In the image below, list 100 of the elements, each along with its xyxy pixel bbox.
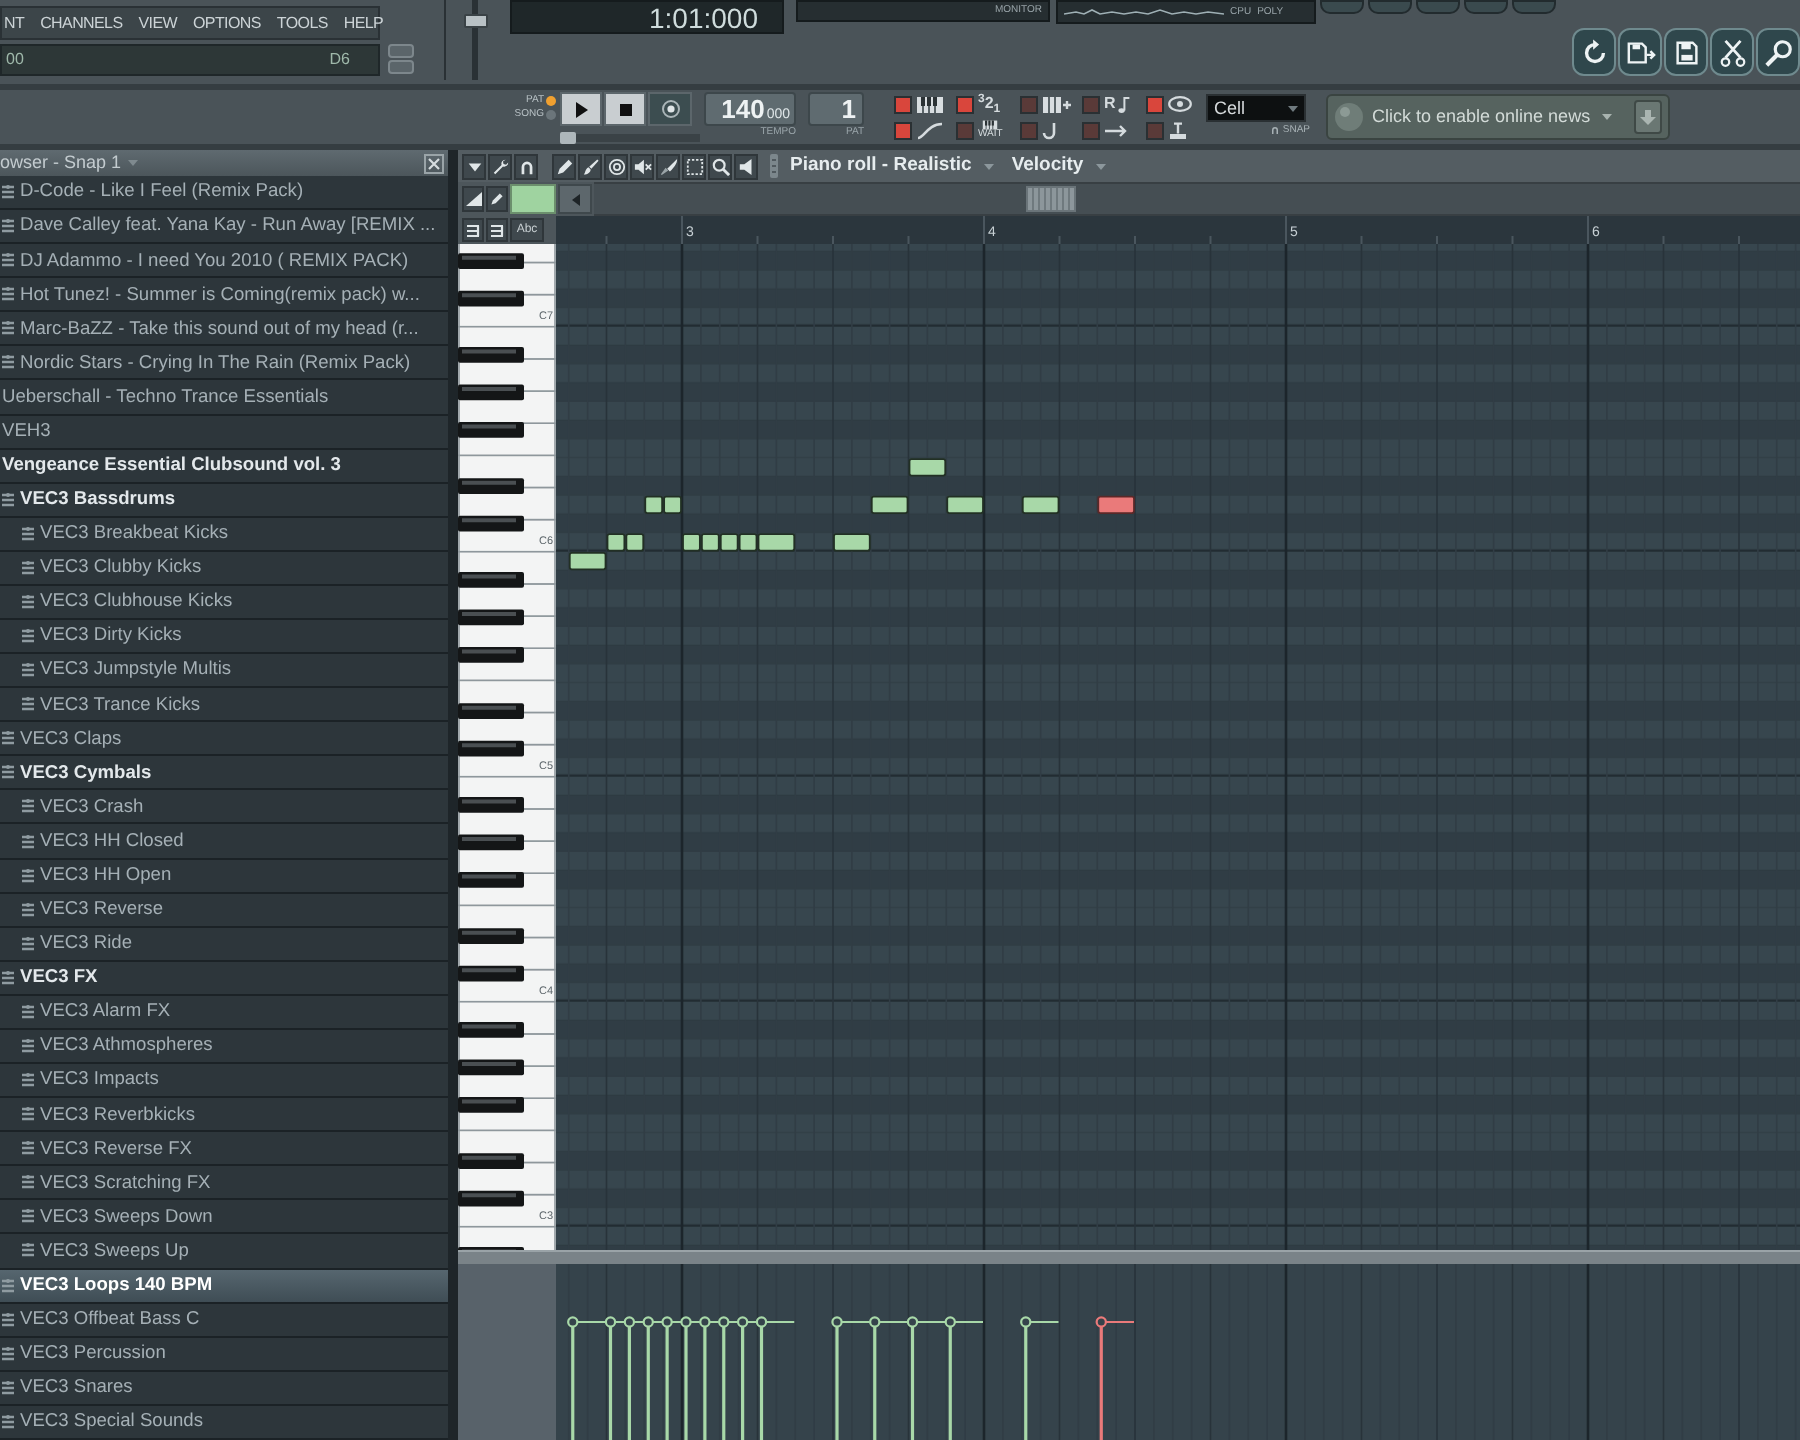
color-swatch-icon[interactable] (510, 184, 556, 214)
browser-item[interactable]: VEC3 Clubhouse Kicks (0, 585, 448, 621)
toggle-switch[interactable] (956, 121, 974, 139)
menu-item[interactable]: NT (4, 15, 25, 31)
browser-item[interactable]: VEC3 Dirty Kicks (0, 620, 448, 655)
browser-item[interactable]: Marc-BaZZ - Take this sound out of my head (r... (0, 312, 448, 347)
velocity-bar[interactable] (642, 1316, 664, 1440)
browser-item[interactable]: VEC3 Percussion (0, 1337, 448, 1372)
menu-item[interactable]: OPTIONS (193, 15, 261, 31)
toolbar-button[interactable] (1572, 28, 1616, 76)
toggle-switch[interactable] (1020, 121, 1038, 139)
note-block[interactable] (757, 533, 796, 552)
mode-radio[interactable] (546, 110, 556, 120)
toggle-switch[interactable] (1082, 95, 1100, 113)
tool-button[interactable] (552, 153, 576, 179)
browser-item[interactable]: VEC3 Impacts (0, 1064, 448, 1099)
browser-item[interactable]: VEC3 Athmospheres (0, 1029, 448, 1065)
note-block[interactable] (908, 458, 947, 477)
pattern-display[interactable]: 1 (808, 92, 864, 126)
browser-item[interactable]: VEC3 Crash (0, 790, 448, 825)
volume-slider-track[interactable] (464, 0, 488, 80)
browser-item[interactable]: D-Code - Like I Feel (Remix Pack) (0, 176, 448, 211)
close-button[interactable] (424, 153, 444, 173)
browser-item[interactable]: VEC3 Breakbeat Kicks (0, 517, 448, 552)
velocity-lane[interactable] (556, 1264, 1800, 1440)
download-button[interactable] (1634, 100, 1662, 134)
toggle-switch[interactable] (956, 95, 974, 113)
velocity-bar[interactable] (1020, 1316, 1060, 1440)
note-block[interactable] (870, 495, 909, 514)
browser-item[interactable]: VEC3 Ride (0, 927, 448, 962)
stop-button[interactable] (604, 92, 646, 126)
browser-item[interactable]: VEC3 Scratching FX (0, 1166, 448, 1201)
browser-item[interactable]: DJ Adammo - I need You 2010 ( REMIX PACK) (0, 244, 448, 279)
note-block[interactable] (946, 495, 984, 514)
toggle-switch[interactable] (1146, 95, 1164, 113)
menu-item[interactable]: HELP (343, 15, 384, 31)
velocity-bar[interactable] (1095, 1316, 1135, 1440)
velocity-bar[interactable] (755, 1316, 796, 1440)
target-dropdown[interactable]: Velocity (1011, 156, 1084, 176)
tool-button[interactable] (486, 218, 508, 242)
browser-item[interactable]: VEC3 Snares (0, 1371, 448, 1406)
browser-item[interactable]: VEC3 Trance Kicks (0, 688, 448, 723)
tool-button[interactable] (486, 186, 508, 212)
velocity-bar[interactable] (680, 1316, 701, 1440)
tool-button[interactable] (488, 153, 512, 179)
browser-item[interactable]: Hot Tunez! - Summer is Coming(remix pack) w... (0, 278, 448, 313)
velocity-bar[interactable] (699, 1316, 720, 1440)
piano-roll-title[interactable]: Piano roll - Realistic (790, 156, 972, 176)
mode-radio[interactable] (546, 96, 556, 106)
velocity-bar[interactable] (567, 1316, 607, 1440)
toolbar-button[interactable] (1710, 28, 1754, 76)
tool-button[interactable] (682, 153, 706, 179)
slider-thumb[interactable] (560, 132, 576, 144)
tool-button[interactable] (514, 153, 538, 179)
tool-button[interactable] (734, 153, 758, 179)
browser-item[interactable]: VEC3 Sweeps Down (0, 1200, 448, 1235)
browser-item[interactable]: VEC3 Clubby Kicks (0, 551, 448, 586)
browser-item[interactable]: VEC3 Alarm FX (0, 995, 448, 1030)
tool-button[interactable] (462, 186, 484, 212)
browser-item[interactable]: Vengeance Essential Clubsound vol. 3 (0, 449, 448, 484)
velocity-bar[interactable] (718, 1316, 739, 1440)
browser-item[interactable]: Nordic Stars - Crying In The Rain (Remix Pack) (0, 346, 448, 381)
record-button[interactable] (648, 92, 692, 126)
browser-item[interactable]: VEC3 Loops 140 BPM (0, 1269, 448, 1304)
menu-item[interactable]: VIEW (138, 15, 177, 31)
note-block[interactable] (1021, 495, 1060, 514)
toggle-switch[interactable] (1082, 121, 1100, 139)
velocity-bar[interactable] (944, 1316, 984, 1440)
slider-thumb[interactable] (464, 13, 488, 28)
note-block[interactable] (568, 552, 607, 571)
browser-item[interactable]: Dave Calley feat. Yana Kay - Run Away [REMIX ... (0, 210, 448, 245)
tool-button[interactable] (656, 153, 680, 179)
tool-button[interactable] (578, 153, 602, 179)
browser-item[interactable]: VEC3 HH Closed (0, 824, 448, 860)
browser-item[interactable]: VEC3 Sweeps Up (0, 1234, 448, 1269)
play-button[interactable] (560, 92, 602, 126)
browser-item[interactable]: VEC3 Bassdrums (0, 483, 448, 518)
tool-button[interactable] (604, 153, 628, 179)
note-block[interactable] (833, 533, 871, 552)
browser-item[interactable]: VEC3 Cymbals (0, 756, 448, 791)
news-panel[interactable]: Click to enable online news (1326, 94, 1670, 140)
velocity-bar[interactable] (869, 1316, 909, 1440)
velocity-bar[interactable] (604, 1316, 626, 1440)
toolbar-button[interactable] (1756, 28, 1800, 76)
toggle-switch[interactable] (1020, 95, 1038, 113)
browser-item[interactable]: VEC3 Special Sounds (0, 1405, 448, 1440)
toggle-switch[interactable] (894, 121, 912, 139)
browser-item[interactable]: Ueberschall - Techno Trance Essentials (0, 380, 448, 416)
browser-item[interactable]: VEC3 HH Open (0, 859, 448, 894)
velocity-bar[interactable] (623, 1316, 645, 1440)
toggle-switch[interactable] (1146, 121, 1164, 139)
browser-item[interactable]: VEC3 Reverse FX (0, 1132, 448, 1167)
toolbar-button[interactable] (1664, 28, 1708, 76)
browser-item[interactable]: VEC3 FX (0, 961, 448, 996)
browser-item[interactable]: VEC3 Claps (0, 722, 448, 757)
tool-button[interactable] (630, 153, 654, 179)
velocity-bar[interactable] (661, 1316, 682, 1440)
tool-button[interactable] (708, 153, 732, 179)
menu-item[interactable]: CHANNELS (40, 15, 123, 31)
velocity-bar[interactable] (831, 1316, 871, 1440)
